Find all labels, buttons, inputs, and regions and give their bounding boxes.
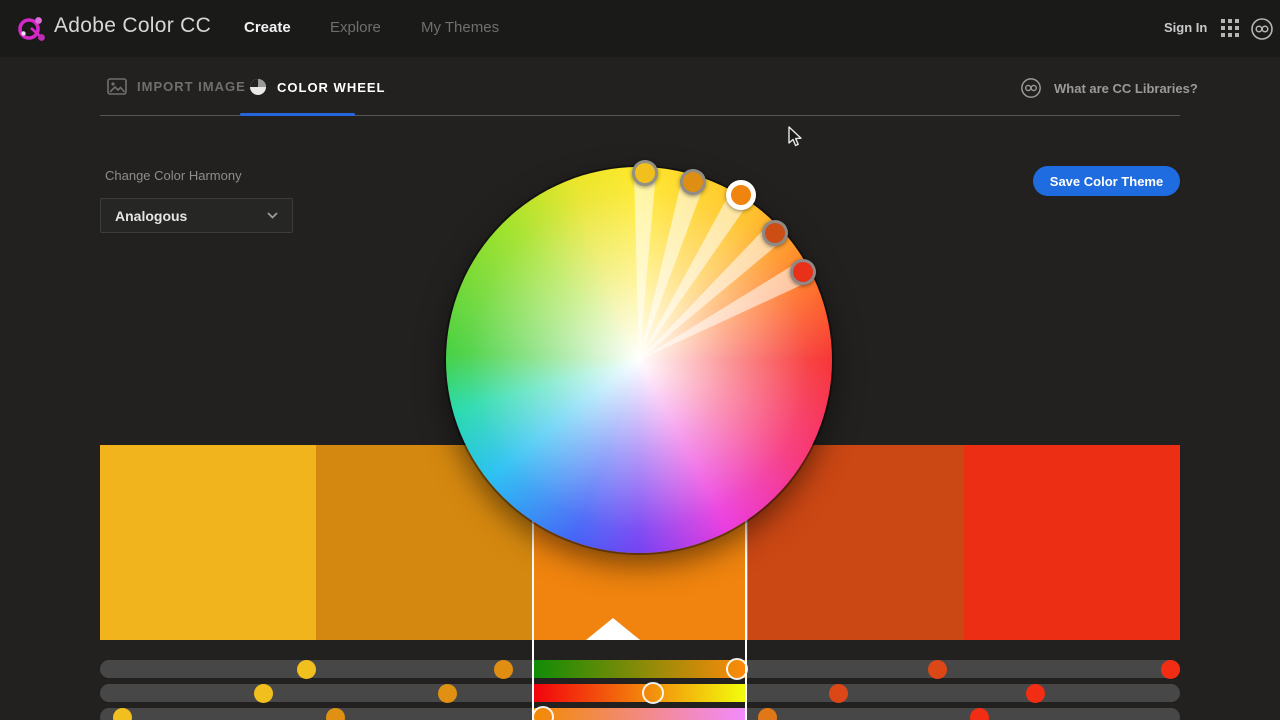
chevron-down-icon bbox=[267, 212, 278, 219]
nav-item-explore[interactable]: Explore bbox=[330, 19, 381, 36]
harmony-dropdown[interactable]: Analogous bbox=[100, 198, 293, 233]
slider-handle-G-selected[interactable] bbox=[642, 682, 664, 704]
slider-handle-G-col5[interactable] bbox=[1026, 684, 1045, 703]
nav-item-create[interactable]: Create bbox=[244, 19, 291, 36]
mouse-cursor bbox=[788, 126, 804, 148]
wheel-marker-yellow[interactable] bbox=[632, 160, 658, 186]
tool-tabbar: IMPORT IMAGE COLOR WHEEL What are CC Lib… bbox=[0, 57, 1280, 117]
slider-handle-B-col1[interactable] bbox=[113, 708, 132, 720]
top-navbar: Adobe Color CC Create Explore My Themes … bbox=[0, 0, 1280, 57]
slider-handle-B-col4[interactable] bbox=[758, 708, 777, 720]
wheel-marker-orange-selected[interactable] bbox=[726, 180, 756, 210]
harmony-selected-value: Analogous bbox=[115, 208, 187, 224]
tab-color-wheel[interactable]: COLOR WHEEL bbox=[249, 78, 386, 96]
swatch-5[interactable] bbox=[964, 445, 1180, 640]
slider-handle-G-col4[interactable] bbox=[829, 684, 848, 703]
apps-grid-icon[interactable] bbox=[1221, 19, 1239, 37]
wheel-marker-red-orange[interactable] bbox=[762, 220, 788, 246]
creative-cloud-icon bbox=[1020, 77, 1042, 99]
selected-swatch-pointer bbox=[586, 618, 640, 640]
slider-handle-R-col4[interactable] bbox=[928, 660, 947, 679]
tab-import-image-label: IMPORT IMAGE bbox=[137, 79, 246, 94]
adobe-color-logo-icon[interactable] bbox=[16, 13, 48, 45]
slider-handle-R-col1[interactable] bbox=[297, 660, 316, 679]
color-wheel-icon bbox=[249, 78, 267, 96]
creative-cloud-icon[interactable] bbox=[1250, 17, 1274, 41]
active-tab-underline bbox=[240, 113, 355, 116]
slider-handle-R-col2[interactable] bbox=[494, 660, 513, 679]
slider-handle-B-col5[interactable] bbox=[970, 708, 989, 720]
slider-gradient-R-selected[interactable] bbox=[532, 660, 746, 678]
slider-gradient-G-selected[interactable] bbox=[532, 684, 746, 702]
wheel-marker-yellow-orange[interactable] bbox=[680, 169, 706, 195]
nav-item-my-themes[interactable]: My Themes bbox=[421, 19, 499, 36]
slider-handle-B-col2[interactable] bbox=[326, 708, 345, 720]
cc-libraries-label: What are CC Libraries? bbox=[1054, 81, 1198, 96]
save-color-theme-button[interactable]: Save Color Theme bbox=[1033, 166, 1180, 196]
app-title: Adobe Color CC bbox=[54, 14, 211, 38]
slider-gradient-B-selected[interactable] bbox=[532, 708, 746, 720]
slider-handle-R-selected[interactable] bbox=[726, 658, 748, 680]
image-icon bbox=[107, 78, 127, 95]
slider-handle-G-col1[interactable] bbox=[254, 684, 273, 703]
slider-handle-R-col5[interactable] bbox=[1161, 660, 1180, 679]
swatch-1[interactable] bbox=[100, 445, 316, 640]
slider-handle-G-col2[interactable] bbox=[438, 684, 457, 703]
adobe-color-app: Adobe Color CC Create Explore My Themes … bbox=[0, 0, 1280, 720]
tab-import-image[interactable]: IMPORT IMAGE bbox=[107, 78, 246, 95]
tab-color-wheel-label: COLOR WHEEL bbox=[277, 80, 386, 95]
wheel-marker-red[interactable] bbox=[790, 259, 816, 285]
cc-libraries-link[interactable]: What are CC Libraries? bbox=[1020, 77, 1198, 99]
sign-in-link[interactable]: Sign In bbox=[1164, 20, 1207, 35]
harmony-label: Change Color Harmony bbox=[105, 168, 242, 183]
